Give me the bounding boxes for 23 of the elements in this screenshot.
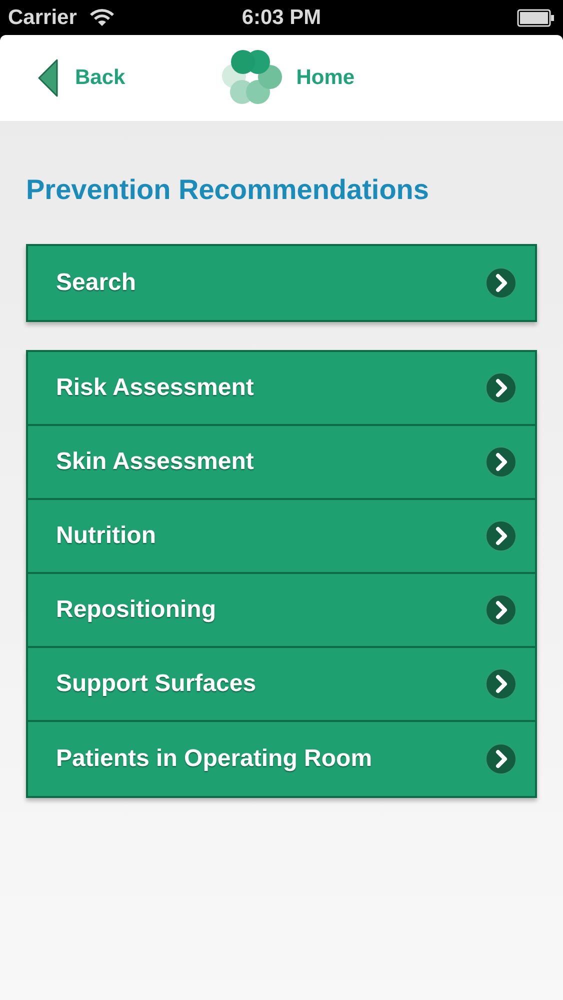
back-arrow-icon [37, 59, 59, 97]
chevron-right-icon [485, 743, 517, 775]
menu-item[interactable]: Patients in Operating Room [28, 722, 535, 796]
flower-logo-icon [220, 50, 284, 106]
menu-item[interactable]: Skin Assessment [28, 426, 535, 500]
page-title: Prevention Recommendations [26, 173, 430, 207]
menu-item[interactable]: Nutrition [28, 500, 535, 574]
wifi-icon [88, 8, 115, 28]
menu-item[interactable]: Support Surfaces [28, 648, 535, 722]
chevron-right-icon [485, 267, 517, 299]
carrier-name: Carrier [8, 4, 77, 31]
clock: 6:03 PM [242, 4, 322, 31]
chevron-right-icon [485, 520, 517, 552]
chevron-right-icon [485, 446, 517, 478]
home-button[interactable]: Home [220, 50, 355, 106]
chevron-right-icon [485, 372, 517, 404]
chevron-right-icon [485, 594, 517, 626]
menu-item[interactable]: Repositioning [28, 574, 535, 648]
back-button[interactable]: Back [37, 59, 126, 97]
menu-item[interactable]: Risk Assessment [28, 352, 535, 426]
menu-item[interactable]: Search [28, 246, 535, 320]
chevron-right-icon [485, 668, 517, 700]
battery-icon [517, 8, 555, 26]
